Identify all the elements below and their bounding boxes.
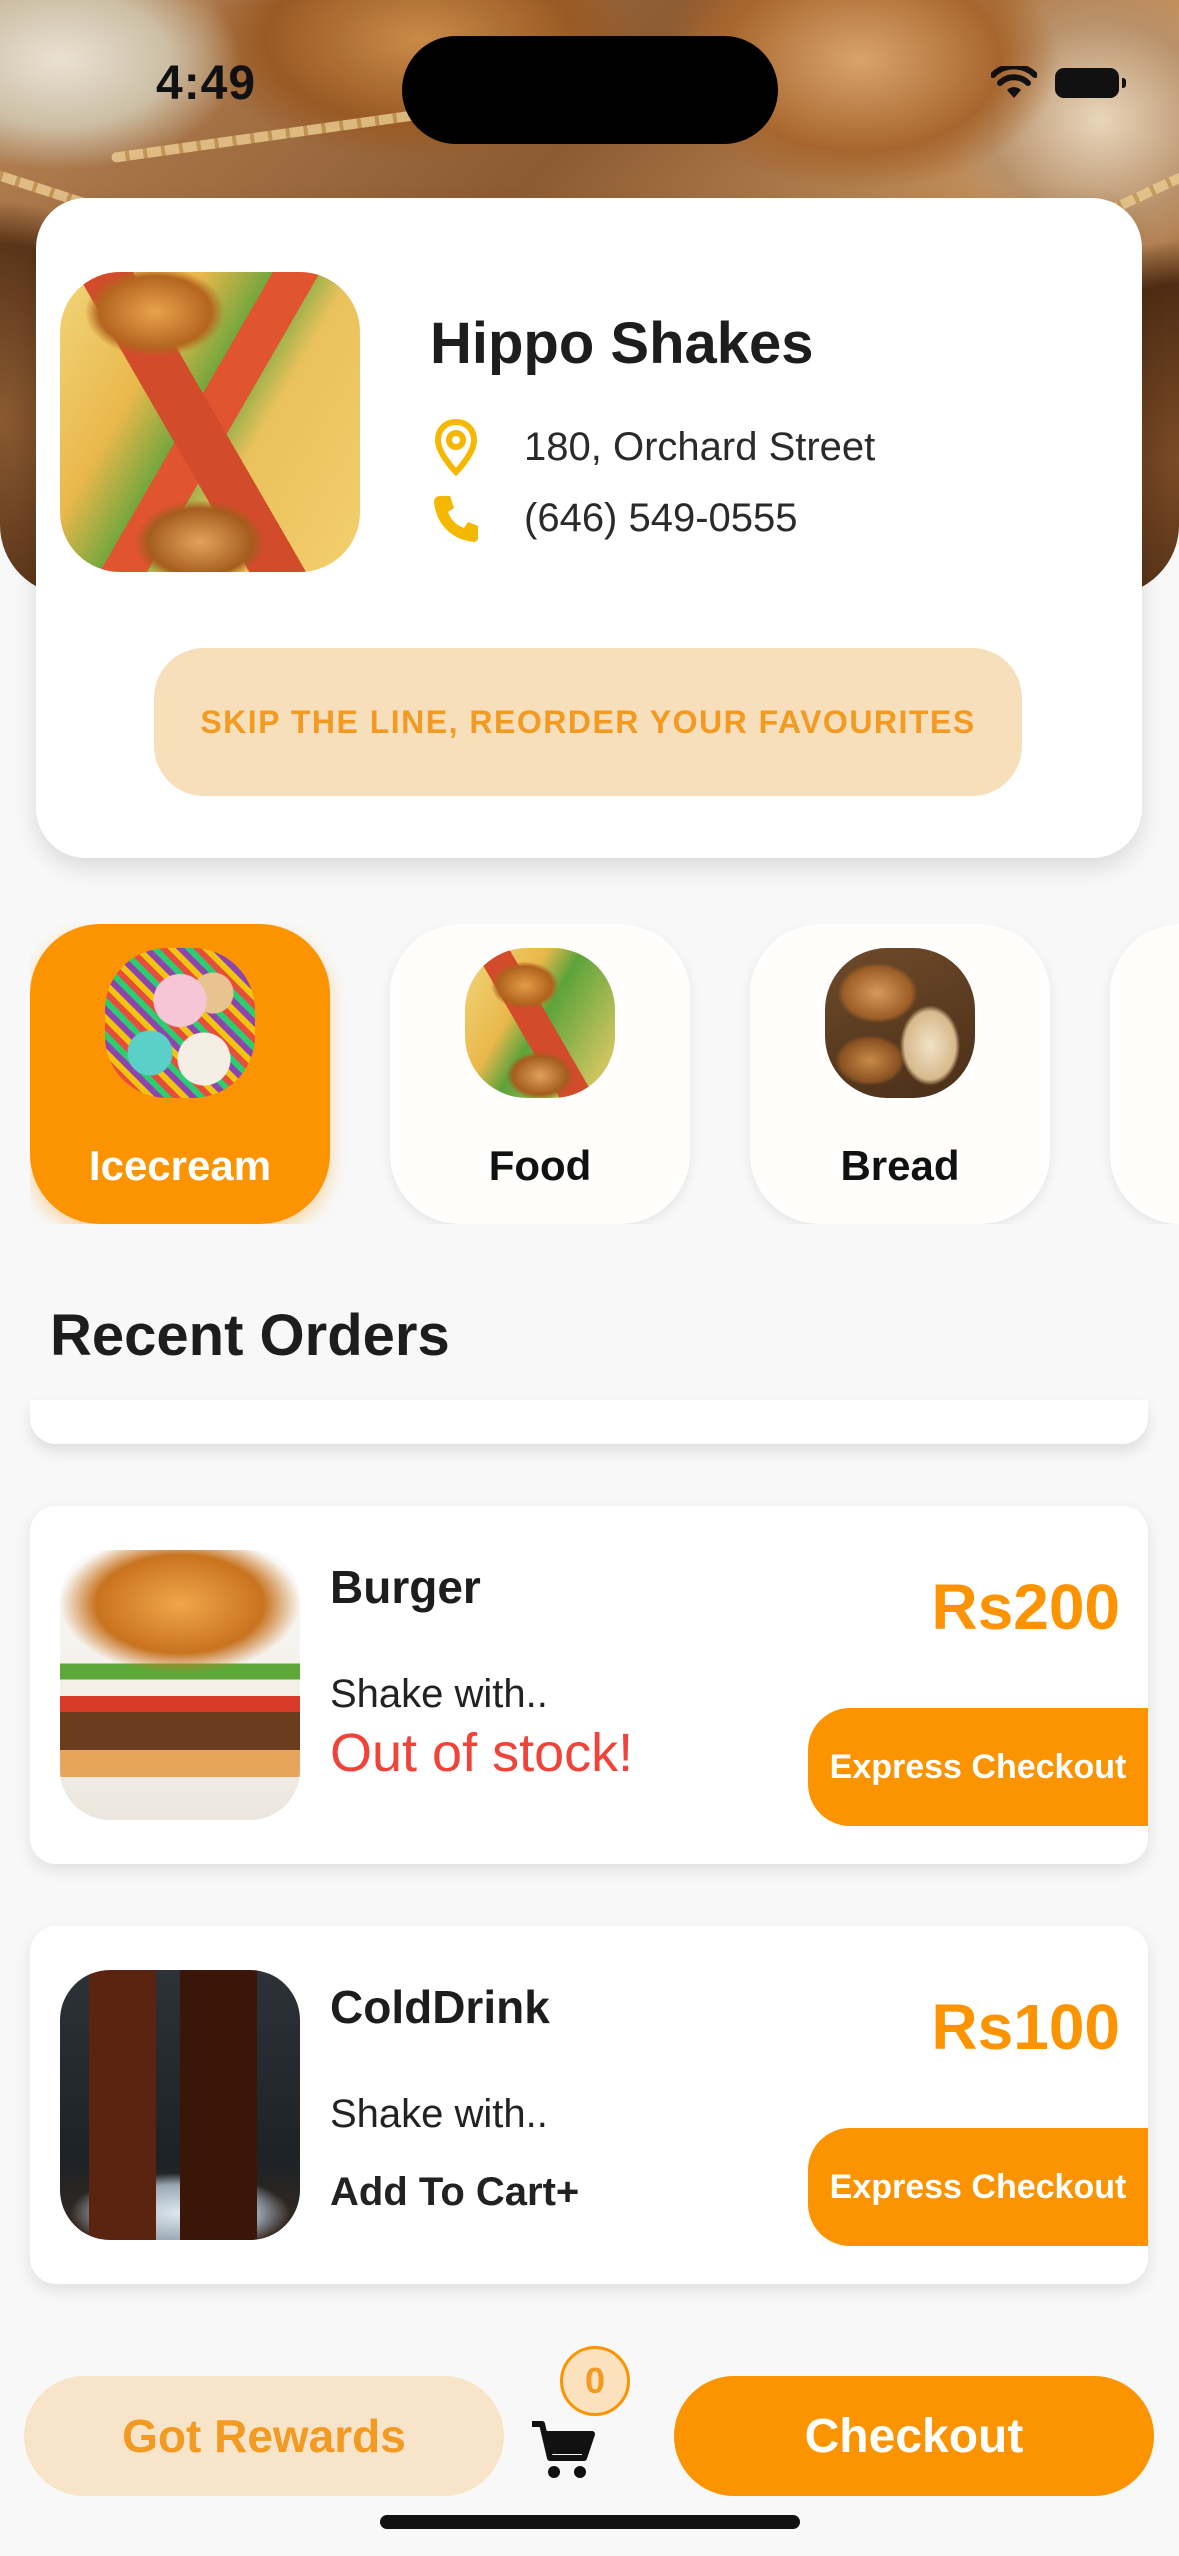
icecream-image	[105, 948, 255, 1098]
home-indicator[interactable]	[380, 2515, 800, 2529]
order-description: Shake with..	[330, 2092, 548, 2136]
category-bread[interactable]: Bread	[750, 924, 1050, 1224]
burger-image	[60, 1550, 300, 1820]
order-price: Rs200	[931, 1571, 1120, 1643]
category-label: Food	[488, 1142, 592, 1189]
status-indicators	[991, 66, 1126, 100]
category-list[interactable]: Icecream Food Bread	[30, 924, 1179, 1224]
category-label: Icecream	[88, 1142, 272, 1189]
category-icecream[interactable]: Icecream	[30, 924, 330, 1224]
add-to-cart-button[interactable]: Add To Cart+	[330, 2170, 579, 2215]
battery-icon	[1055, 68, 1126, 98]
express-checkout-button[interactable]: Express Checkout	[808, 1708, 1148, 1826]
order-price: Rs100	[931, 1991, 1120, 2063]
food-image	[465, 948, 615, 1098]
store-card: Hippo Shakes 180, Orchard Street (646) 5…	[36, 198, 1142, 858]
order-card-clipped	[30, 1400, 1148, 1444]
store-name: Hippo Shakes	[430, 311, 814, 376]
wifi-icon	[991, 66, 1037, 98]
order-name: ColdDrink	[330, 1981, 550, 2033]
category-label: Bread	[840, 1142, 960, 1189]
location-pin-icon	[434, 418, 478, 476]
dynamic-island	[402, 36, 778, 144]
phone-icon	[434, 496, 478, 542]
got-rewards-button[interactable]: Got Rewards	[24, 2376, 504, 2496]
store-phone: (646) 549-0555	[524, 495, 798, 540]
recent-orders-title: Recent Orders	[50, 1303, 450, 1368]
store-address-row[interactable]: 180, Orchard Street	[432, 418, 875, 476]
out-of-stock-label: Out of stock!	[330, 1723, 634, 1783]
store-image	[60, 272, 360, 572]
order-name: Burger	[330, 1561, 481, 1613]
category-food[interactable]: Food	[390, 924, 690, 1224]
cart-count-badge: 0	[560, 2346, 630, 2416]
status-time: 4:49	[156, 57, 257, 110]
order-card-burger[interactable]: Burger Shake with.. Out of stock! Rs200 …	[30, 1506, 1148, 1864]
cart-icon[interactable]	[530, 2420, 596, 2482]
store-phone-row[interactable]: (646) 549-0555	[432, 492, 798, 544]
store-address: 180, Orchard Street	[524, 424, 876, 469]
order-card-colddrink[interactable]: ColdDrink Shake with.. Add To Cart+ Rs10…	[30, 1926, 1148, 2284]
bread-image	[825, 948, 975, 1098]
express-checkout-button[interactable]: Express Checkout	[808, 2128, 1148, 2246]
colddrink-image	[60, 1970, 300, 2240]
category-next-partial[interactable]	[1110, 924, 1179, 1224]
skip-line-reorder-button[interactable]: SKIP THE LINE, REORDER YOUR FAVOURITES	[154, 648, 1022, 796]
order-description: Shake with..	[330, 1672, 548, 1716]
checkout-button[interactable]: Checkout	[674, 2376, 1154, 2496]
